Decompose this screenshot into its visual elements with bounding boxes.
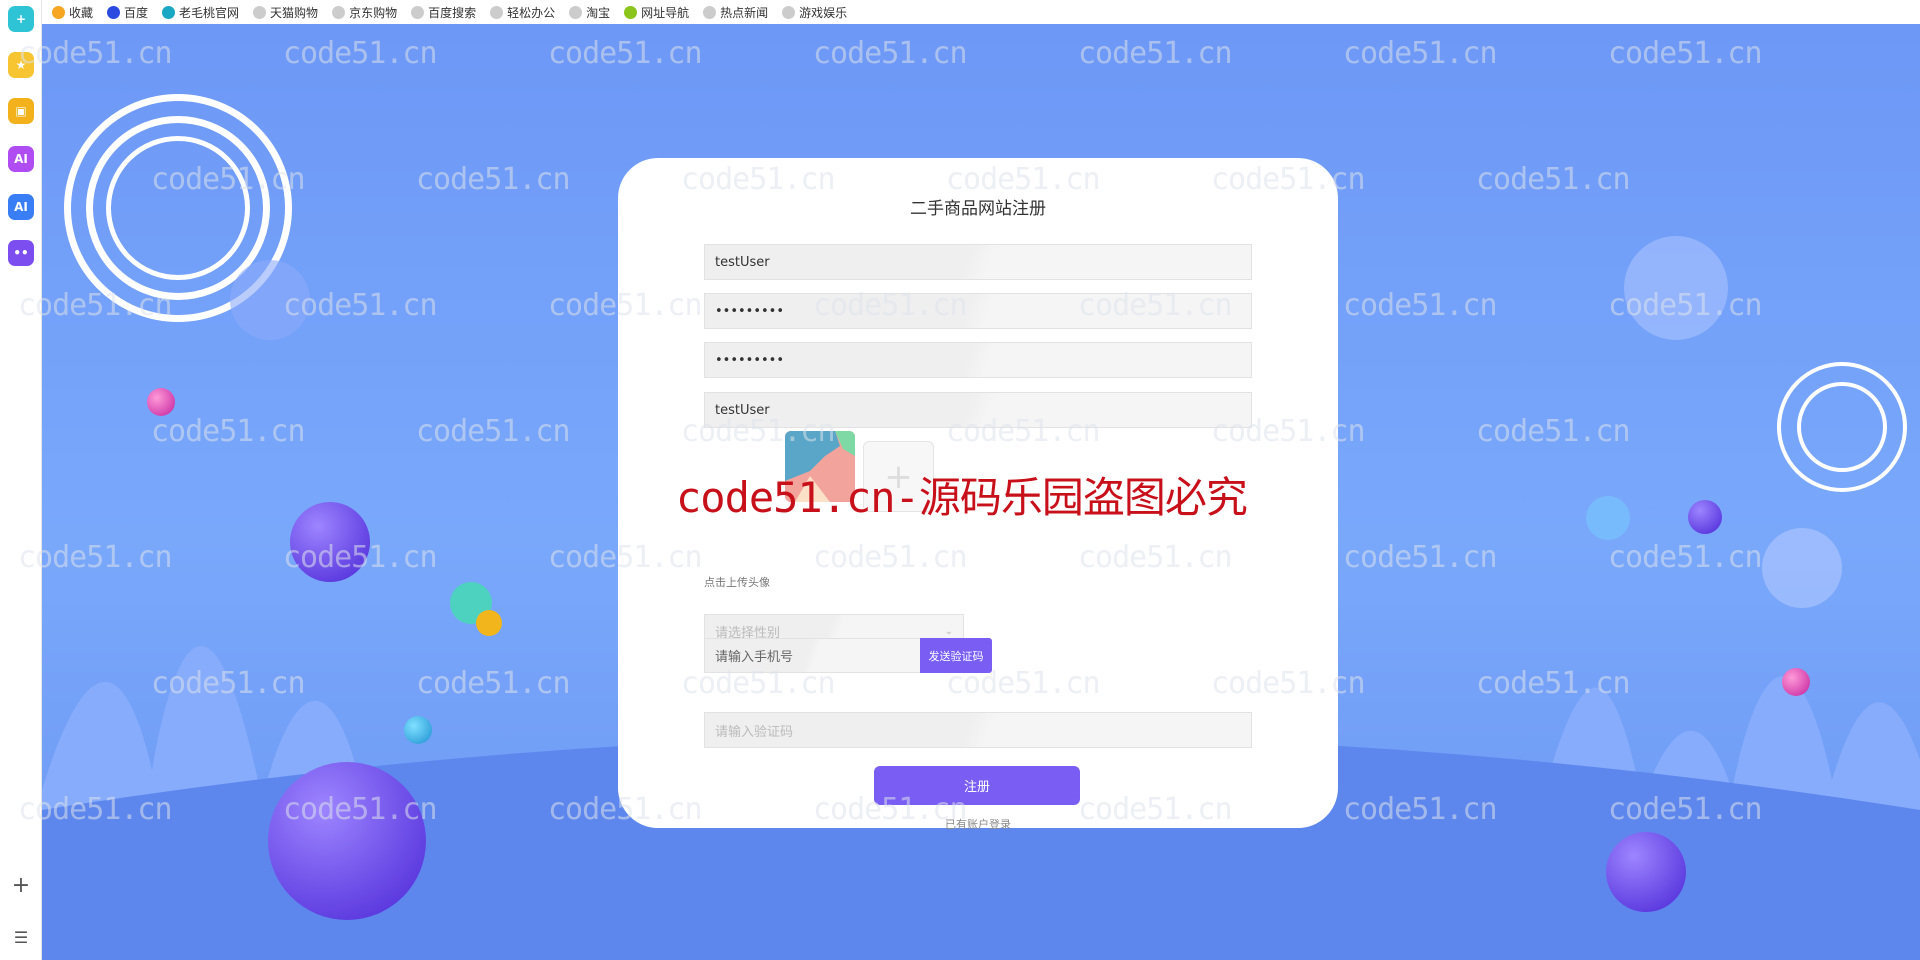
ball-decoration [147,388,175,416]
bookmark-label: 网址导航 [641,5,690,20]
bookmark-item[interactable]: 轻松办公 [490,4,555,21]
send-code-button[interactable]: 发送验证码 [920,638,992,673]
username-input[interactable]: testUser [704,244,1252,280]
chevron-down-icon: ⌄ [944,626,953,637]
ring-decoration [106,136,250,280]
ring-decoration [1797,382,1887,472]
globe-icon [107,5,121,19]
globe-icon [411,5,425,19]
bookmark-label: 京东购物 [349,5,398,20]
ball-decoration [290,502,370,582]
bookmarks-bar: 收藏 百度 老毛桃官网 天猫购物 京东购物 百度搜索 轻松办公 淘宝 网址导航 热点新闻 游戏娱乐 [42,0,1920,24]
ball-decoration [1606,832,1686,912]
bookmark-item[interactable]: 收藏 [52,4,93,21]
browser-sidebar: + ★ ▣ AI AI •• + ☰ [0,0,42,960]
bookmark-item[interactable]: 百度搜索 [411,4,476,21]
ball-decoration [476,610,502,636]
star-icon [52,5,65,19]
globe-icon [782,5,796,19]
ball-decoration [268,762,426,920]
phone-input[interactable]: 请输入手机号 [704,638,921,673]
confirm-password-input[interactable]: ••••••••• [704,342,1252,378]
globe-icon [253,5,267,19]
bookmark-label: 游戏娱乐 [799,5,848,20]
bookmark-label: 百度搜索 [428,5,477,20]
bookmark-label: 收藏 [69,5,94,20]
bookmark-item[interactable]: 网址导航 [624,4,689,21]
globe-icon [490,5,504,19]
upload-hint: 点击上传头像 [704,576,770,589]
bookmark-item[interactable]: 老毛桃官网 [162,4,239,21]
red-watermark: code51.cn-源码乐园盗图必究 [676,473,1248,522]
bookmark-label: 百度 [124,5,149,20]
ai-assistant-icon[interactable]: AI [8,194,34,220]
bookmark-item[interactable]: 热点新闻 [703,4,768,21]
add-icon[interactable]: + [8,872,34,898]
bookmark-label: 热点新闻 [720,5,769,20]
ball-decoration [1586,496,1630,540]
ball-decoration [1624,236,1728,340]
login-link[interactable]: 已有账户登录 [618,816,1338,832]
ball-decoration [404,716,432,744]
globe-icon [624,5,638,19]
ball-decoration [1688,500,1722,534]
nickname-input[interactable]: testUser [704,392,1252,428]
menu-list-icon[interactable]: ☰ [8,924,34,950]
ball-decoration [1782,668,1810,696]
chat-bot-icon[interactable]: •• [8,240,34,266]
favorites-star-icon[interactable]: ★ [8,52,34,78]
robot-icon[interactable]: ▣ [8,98,34,124]
bookmark-label: 轻松办公 [507,5,556,20]
bookmark-label: 老毛桃官网 [179,5,240,20]
ai-icon[interactable]: AI [8,146,34,172]
page-title: 二手商品网站注册 [910,199,1046,219]
globe-icon [162,5,176,19]
ball-decoration [230,260,310,340]
ball-decoration [1762,528,1842,608]
bookmark-item[interactable]: 游戏娱乐 [782,4,847,21]
globe-icon [332,5,346,19]
bookmark-item[interactable]: 京东购物 [332,4,397,21]
globe-icon [569,5,583,19]
register-button[interactable]: 注册 [874,766,1080,805]
bookmark-item[interactable]: 淘宝 [569,4,610,21]
verification-code-input[interactable]: 请输入验证码 [704,712,1252,748]
bookmark-label: 天猫购物 [270,5,319,20]
bookmark-label: 淘宝 [586,5,611,20]
bookmark-item[interactable]: 百度 [107,4,148,21]
app-logo-icon[interactable]: + [8,6,34,32]
bookmark-item[interactable]: 天猫购物 [253,4,318,21]
globe-icon [703,5,717,19]
password-input[interactable]: ••••••••• [704,293,1252,329]
